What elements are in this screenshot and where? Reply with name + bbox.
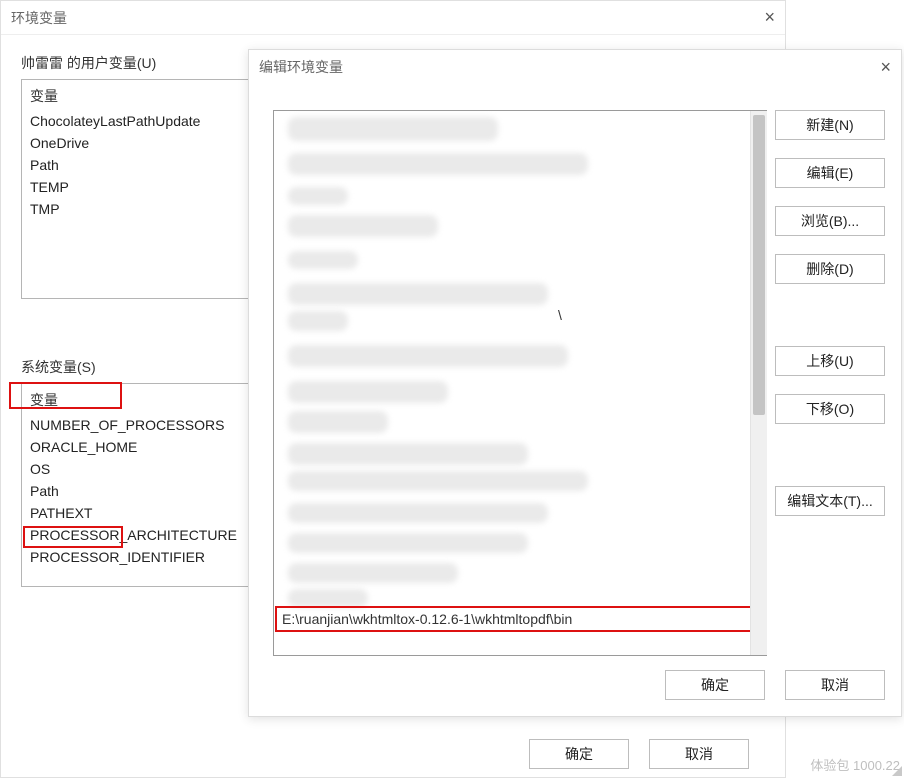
new-button[interactable]: 新建(N) [775,110,885,140]
env-vars-title: 环境变量 [11,8,67,28]
redacted-row [288,443,528,465]
scrollbar-thumb[interactable] [753,115,765,415]
redacted-row [288,215,438,237]
redacted-row [288,503,548,523]
edit-env-var-titlebar: 编辑环境变量 × [249,50,901,84]
path-values-listbox[interactable]: \ E:\ruanjian\wkhtmltox-0.12.6-1\wkhtmlt… [273,110,767,656]
redacted-row [288,187,348,205]
move-down-button[interactable]: 下移(O) [775,394,885,424]
scrollbar[interactable] [750,111,767,655]
edit-env-var-bottom-buttons: 确定 取消 [665,670,885,700]
ok-button[interactable]: 确定 [529,739,629,769]
redacted-row [288,411,388,433]
redacted-row [288,153,588,175]
path-fragment: \ [558,307,562,323]
path-value-selected[interactable]: E:\ruanjian\wkhtmltox-0.12.6-1\wkhtmltop… [276,607,764,631]
redacted-row [288,533,528,553]
cancel-button[interactable]: 取消 [649,739,749,769]
redacted-row [288,381,448,403]
redacted-row [288,251,358,269]
redacted-row [288,471,588,491]
redacted-row [288,117,498,141]
watermark-text: 体验包 1000.22 [810,755,900,774]
edit-button[interactable]: 编辑(E) [775,158,885,188]
delete-button[interactable]: 删除(D) [775,254,885,284]
edit-env-var-side-buttons: 新建(N) 编辑(E) 浏览(B)... 删除(D) 上移(U) 下移(O) 编… [775,110,885,516]
redacted-row [288,589,368,607]
env-vars-titlebar: 环境变量 × [1,1,785,35]
redacted-row [288,563,458,583]
move-up-button[interactable]: 上移(U) [775,346,885,376]
edit-env-var-title: 编辑环境变量 [259,57,343,77]
browse-button[interactable]: 浏览(B)... [775,206,885,236]
cancel-button[interactable]: 取消 [785,670,885,700]
resize-grip-icon[interactable] [890,764,904,778]
edit-text-button[interactable]: 编辑文本(T)... [775,486,885,516]
close-icon[interactable]: × [880,57,891,78]
redacted-row [288,345,568,367]
redacted-row [288,311,348,331]
redacted-row [288,283,548,305]
ok-button[interactable]: 确定 [665,670,765,700]
edit-env-var-dialog: 编辑环境变量 × \ E:\ruanjian\wkhtmltox-0.12.6-… [248,49,902,717]
env-vars-dialog-buttons: 确定 取消 [1,739,785,769]
close-icon[interactable]: × [764,7,775,28]
